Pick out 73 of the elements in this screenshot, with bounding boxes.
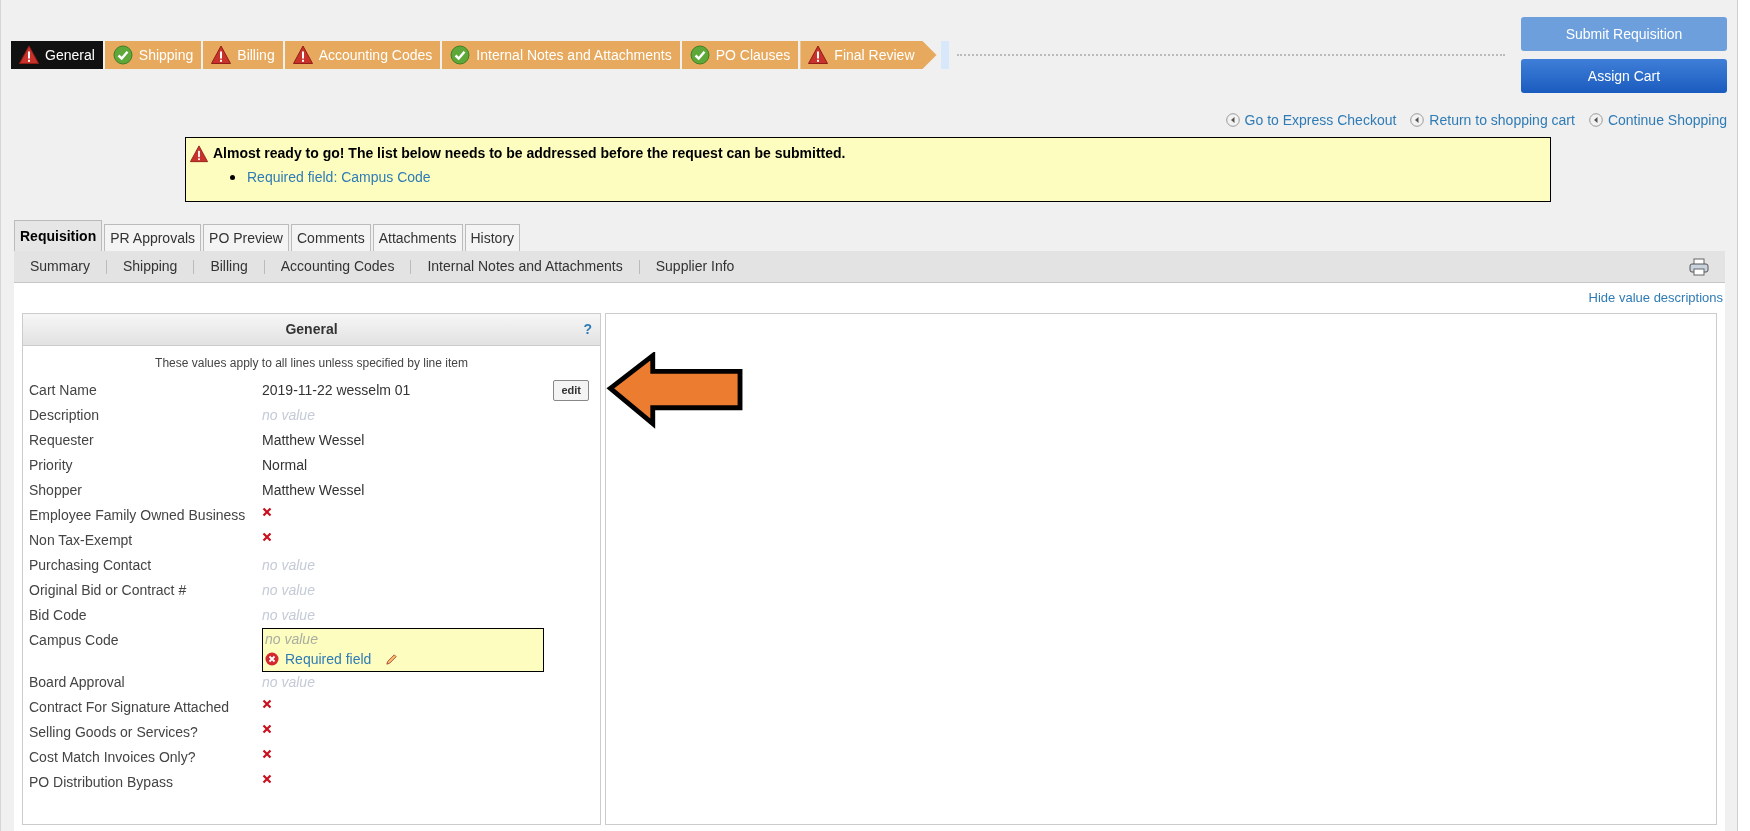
field-label: Cost Match Invoices Only? bbox=[29, 748, 197, 767]
step-bar-end bbox=[940, 41, 949, 69]
cross-icon bbox=[262, 749, 272, 759]
check-icon bbox=[450, 45, 471, 65]
field-label: Original Bid or Contract # bbox=[29, 581, 188, 600]
field-label: Contract For Signature Attached bbox=[29, 698, 230, 717]
help-link[interactable]: ? bbox=[583, 319, 592, 340]
back-icon bbox=[1225, 113, 1240, 127]
required-field-link[interactable]: Required field bbox=[285, 649, 372, 669]
back-icon bbox=[1588, 113, 1603, 127]
tab[interactable]: Requisition bbox=[14, 220, 103, 251]
bullet-icon bbox=[230, 175, 235, 180]
tab[interactable]: Comments bbox=[291, 224, 371, 251]
sub-nav-link[interactable]: Accounting Codes bbox=[280, 256, 395, 277]
tab[interactable]: Attachments bbox=[372, 224, 463, 251]
field-value: no value bbox=[265, 630, 319, 649]
action-button[interactable]: Assign Cart bbox=[1521, 59, 1727, 93]
printer-icon[interactable] bbox=[1689, 257, 1709, 276]
sub-nav-link[interactable]: Shipping bbox=[122, 256, 178, 277]
field-label: Cart Name bbox=[29, 381, 98, 400]
field-value: Normal bbox=[262, 457, 308, 473]
field-label: Selling Goods or Services? bbox=[29, 723, 199, 742]
field-label: Description bbox=[29, 406, 101, 425]
sub-nav-link[interactable]: Summary bbox=[30, 256, 90, 277]
pencil-icon[interactable] bbox=[385, 652, 399, 666]
cross-icon bbox=[262, 532, 272, 542]
alert-link[interactable]: Required field: Campus Code bbox=[247, 167, 431, 188]
field-value: no value bbox=[262, 582, 315, 598]
cross-icon bbox=[262, 507, 272, 517]
check-icon bbox=[689, 45, 710, 65]
warning-icon bbox=[190, 144, 208, 163]
alert-message: Almost ready to go! The list below needs to be addressed before the request can be submitted. bbox=[213, 144, 846, 163]
field-value: no value bbox=[262, 407, 315, 423]
field-value: no value bbox=[262, 557, 315, 573]
back-icon bbox=[1410, 113, 1425, 127]
field-label: Bid Code bbox=[29, 606, 88, 625]
error-icon bbox=[265, 652, 279, 666]
tab[interactable]: PO Preview bbox=[203, 224, 289, 251]
cross-icon bbox=[262, 699, 272, 709]
warning-icon bbox=[19, 45, 39, 65]
sub-nav-link[interactable]: Supplier Info bbox=[655, 256, 735, 277]
edit-button[interactable]: edit bbox=[553, 380, 589, 401]
field-label: Requester bbox=[29, 431, 95, 450]
nav-link[interactable]: Continue Shopping bbox=[1588, 109, 1727, 131]
cross-icon bbox=[262, 724, 272, 734]
warning-icon bbox=[292, 45, 313, 65]
progress-step[interactable]: General bbox=[11, 41, 103, 69]
field-value: no value bbox=[262, 607, 315, 623]
panel-note: These values apply to all lines unless specified by line item bbox=[154, 355, 469, 372]
field-label: Campus Code bbox=[29, 631, 120, 650]
tab[interactable]: PR Approvals bbox=[104, 224, 202, 251]
warning-icon bbox=[808, 45, 829, 65]
field-value: Matthew Wessel bbox=[262, 432, 365, 448]
sub-nav-link[interactable]: Internal Notes and Attachments bbox=[427, 256, 623, 277]
field-label: Priority bbox=[29, 456, 74, 475]
field-label: Board Approval bbox=[29, 673, 126, 692]
field-label: Shopper bbox=[29, 481, 83, 500]
field-label: Non Tax-Exempt bbox=[29, 531, 134, 550]
cross-icon bbox=[262, 774, 272, 784]
nav-link[interactable]: Return to shopping cart bbox=[1410, 109, 1575, 131]
check-icon bbox=[112, 45, 133, 65]
field-label: Employee Family Owned Business bbox=[29, 506, 247, 525]
field-value: no value bbox=[262, 674, 315, 690]
tab[interactable]: History bbox=[464, 224, 521, 251]
field-label: Purchasing Contact bbox=[29, 556, 153, 575]
field-value: 2019-11-22 wesselm 01 bbox=[262, 382, 411, 398]
warning-icon bbox=[211, 45, 232, 65]
nav-link[interactable]: Go to Express Checkout bbox=[1225, 109, 1397, 131]
field-label: PO Distribution Bypass bbox=[29, 773, 174, 792]
field-value: Matthew Wessel bbox=[262, 482, 365, 498]
panel-title: General bbox=[285, 320, 338, 339]
sub-nav-link[interactable]: Billing bbox=[210, 256, 248, 277]
hide-descriptions-link[interactable]: Hide value descriptions bbox=[1588, 288, 1723, 308]
